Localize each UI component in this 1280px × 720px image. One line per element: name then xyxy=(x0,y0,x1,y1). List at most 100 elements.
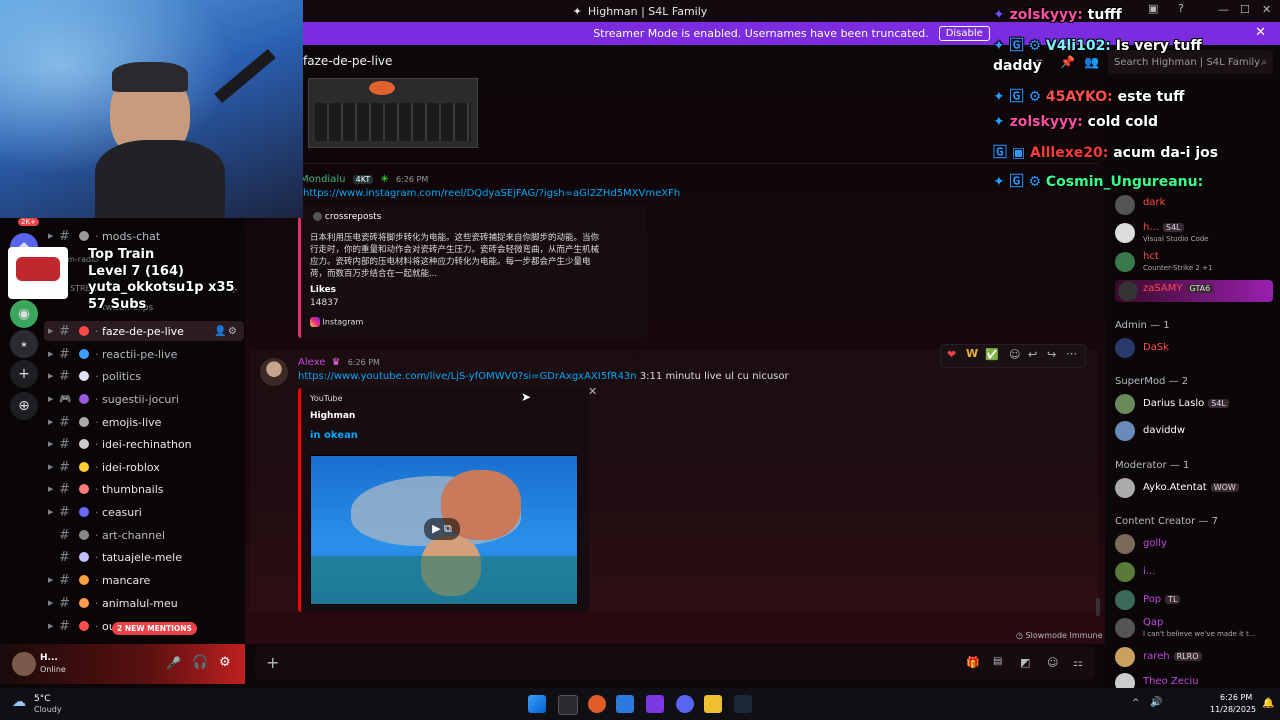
headphones-icon[interactable]: 🎧 xyxy=(192,655,208,670)
disable-button[interactable]: Disable xyxy=(938,26,990,41)
channel-art-channel[interactable]: # · art-channel xyxy=(44,525,244,545)
gift-icon[interactable]: 🎁 xyxy=(966,656,980,669)
discover-icon[interactable]: ⊕ xyxy=(10,392,38,420)
tray-chevron-icon[interactable]: ^ xyxy=(1132,698,1140,708)
message-link[interactable]: https://www.youtube.com/live/LjS-yfOMWV0… xyxy=(298,371,637,382)
channel-animalul-meu[interactable]: ▶ # · animalul-meu xyxy=(44,593,244,613)
folder-icon[interactable] xyxy=(704,695,722,713)
badge-icon: ✦ xyxy=(993,114,1005,130)
steam-icon[interactable] xyxy=(734,695,752,713)
clock-date[interactable]: 11/28/2025 xyxy=(1210,705,1256,714)
message-author[interactable]: Mondialu xyxy=(300,174,345,185)
close-banner-icon[interactable]: ✕ xyxy=(1255,25,1266,40)
overlay-chat-line: 🄶 ▣ Alllexe20: acum da-i jos xyxy=(993,145,1219,161)
alert-subs: 57 Subs xyxy=(88,297,147,312)
channel-emojis-live[interactable]: ▶ # · emojis-live xyxy=(44,412,244,432)
keyboard-image[interactable] xyxy=(308,78,478,148)
member-item[interactable]: Darius Laslo S4L xyxy=(1115,393,1275,415)
gif-icon[interactable]: ▤ xyxy=(993,656,1002,667)
channel-tatuajele-mele[interactable]: # · tatuajele-mele xyxy=(44,547,244,567)
channel-thumbnails[interactable]: ▶ # · thumbnails xyxy=(44,479,244,499)
pin-icon[interactable]: 📌 xyxy=(1060,55,1075,69)
channel-mancare[interactable]: ▶ # · mancare xyxy=(44,570,244,590)
sticker-icon[interactable]: ◩ xyxy=(1020,656,1030,669)
member-item[interactable]: dark xyxy=(1115,194,1275,216)
channel-idei-rechinathon[interactable]: ▶ # · idei-rechinathon xyxy=(44,434,244,454)
play-icon[interactable]: ▶ ⧉ xyxy=(424,518,460,540)
settings-icon[interactable]: ⚙ xyxy=(228,326,237,337)
file-explorer-icon[interactable] xyxy=(558,695,578,715)
volume-icon[interactable]: 🔊 xyxy=(1150,697,1162,708)
browser-icon[interactable] xyxy=(588,695,606,713)
window-title: Highman | S4L Family xyxy=(587,4,708,18)
server-icon[interactable]: ◉ xyxy=(10,300,38,328)
embed-text-line: 应力。瓷砖内部的压电材料将这种应力转化为电能。每一步都会产生少量电 xyxy=(310,257,591,267)
notification-icon[interactable]: 🔔 xyxy=(1262,698,1274,709)
embed-title[interactable]: in okean xyxy=(310,430,358,441)
invite-icon[interactable]: 👤 xyxy=(214,326,226,337)
reply-icon[interactable]: ↩ xyxy=(1028,348,1037,361)
message-time: 6:26 PM xyxy=(396,175,429,184)
forward-icon[interactable]: ↪ xyxy=(1047,348,1056,361)
member-item[interactable]: h... S4L Visual Studio Code xyxy=(1115,222,1275,244)
minimize-icon[interactable]: — xyxy=(1218,3,1229,16)
channel-politics[interactable]: ▶ # · politics xyxy=(44,366,244,386)
member-item[interactable]: DaSk xyxy=(1115,337,1275,359)
app-icon[interactable] xyxy=(646,695,664,713)
remove-embed-icon[interactable]: ✕ xyxy=(588,385,597,398)
video-thumbnail[interactable]: ▶ ⧉ xyxy=(310,455,578,605)
clock-time[interactable]: 6:26 PM xyxy=(1220,693,1252,702)
channel-ceasuri[interactable]: ▶ # · ceasuri xyxy=(44,502,244,522)
add-server-icon[interactable]: + xyxy=(10,360,38,388)
channel-reactii-pe-live[interactable]: ▶ # · reactii-pe-live xyxy=(44,344,244,364)
member-item[interactable]: golly xyxy=(1115,533,1275,555)
check-reaction-icon[interactable]: ✅ xyxy=(985,348,999,361)
user-settings-icon[interactable]: ⚙ xyxy=(219,655,231,670)
close-window-icon[interactable]: ✕ xyxy=(1262,3,1271,16)
youtube-embed: YouTube Highman in okean ▶ ⧉ xyxy=(298,388,589,612)
add-reaction-icon[interactable]: ☺ xyxy=(1009,348,1020,361)
new-mentions-badge[interactable]: 2 NEW MENTIONS xyxy=(112,622,197,635)
app-icon[interactable] xyxy=(616,695,634,713)
member-item[interactable]: i... xyxy=(1115,561,1275,583)
message-header: Mondialu 4KT ✳ 6:26 PM xyxy=(300,174,428,185)
add-attachment-icon[interactable]: + xyxy=(266,653,279,672)
member-item[interactable]: Ayko.Atentat WOW xyxy=(1115,477,1275,499)
help-icon[interactable]: ? xyxy=(1178,2,1184,15)
discord-taskbar-icon[interactable] xyxy=(676,695,694,713)
message-header: Alexe ♛ 6:26 PM xyxy=(298,357,380,368)
member-item[interactable]: daviddw xyxy=(1115,420,1275,442)
channel-idei-roblox[interactable]: ▶ # · idei-roblox xyxy=(44,457,244,477)
channel-faze-de-pe-live[interactable]: ▶ # · faze-de-pe-live 👤 ⚙ xyxy=(44,321,244,341)
user-avatar[interactable] xyxy=(12,652,36,676)
embed-channel[interactable]: Highman xyxy=(310,411,355,421)
apps-icon[interactable]: ⚏ xyxy=(1073,656,1083,669)
clock-icon: ◷ xyxy=(1016,631,1023,640)
member-item[interactable]: Theo Zeciu xyxy=(1115,672,1275,688)
microphone-icon[interactable]: 🎤 xyxy=(166,656,181,670)
member-item[interactable]: Pop TL xyxy=(1115,589,1275,611)
channel-mods-chat[interactable]: ▶ # · mods-chat xyxy=(44,226,244,246)
member-item[interactable]: hct Counter-Strike 2 +1 xyxy=(1115,251,1275,273)
weather-icon[interactable]: ☁ xyxy=(12,694,26,710)
emoji-icon[interactable]: ☺ xyxy=(1047,656,1058,669)
members-icon[interactable]: 👥 xyxy=(1084,55,1099,69)
more-icon[interactable]: ⋯ xyxy=(1066,347,1077,360)
member-item[interactable]: rareh RLRO xyxy=(1115,646,1275,668)
channel-sugestii-jocuri[interactable]: ▶ 🎮 · sugestii-jocuri xyxy=(44,389,244,409)
scrollbar[interactable] xyxy=(1096,598,1100,616)
member-item[interactable]: Qap I can't believe we've made it t... xyxy=(1115,617,1275,639)
embed-author[interactable]: crossreposts xyxy=(325,212,382,222)
slowmode-indicator: ◷ Slowmode Immune xyxy=(1016,631,1103,640)
inbox-icon[interactable]: ▣ xyxy=(1148,2,1158,15)
heart-reaction-icon[interactable]: ❤ xyxy=(947,348,956,361)
start-icon[interactable] xyxy=(528,695,546,713)
message-link[interactable]: https://www.instagram.com/reel/DQdyaSEjF… xyxy=(303,188,680,199)
message-author[interactable]: Alexe xyxy=(298,357,325,368)
w-reaction[interactable]: W xyxy=(966,347,978,360)
user-name[interactable]: H... xyxy=(40,653,58,663)
author-avatar[interactable] xyxy=(260,358,288,386)
member-item[interactable]: zaSAMY GTA6 xyxy=(1115,280,1273,302)
maximize-icon[interactable]: ☐ xyxy=(1240,3,1250,16)
server-icon[interactable]: ★ xyxy=(10,330,38,358)
